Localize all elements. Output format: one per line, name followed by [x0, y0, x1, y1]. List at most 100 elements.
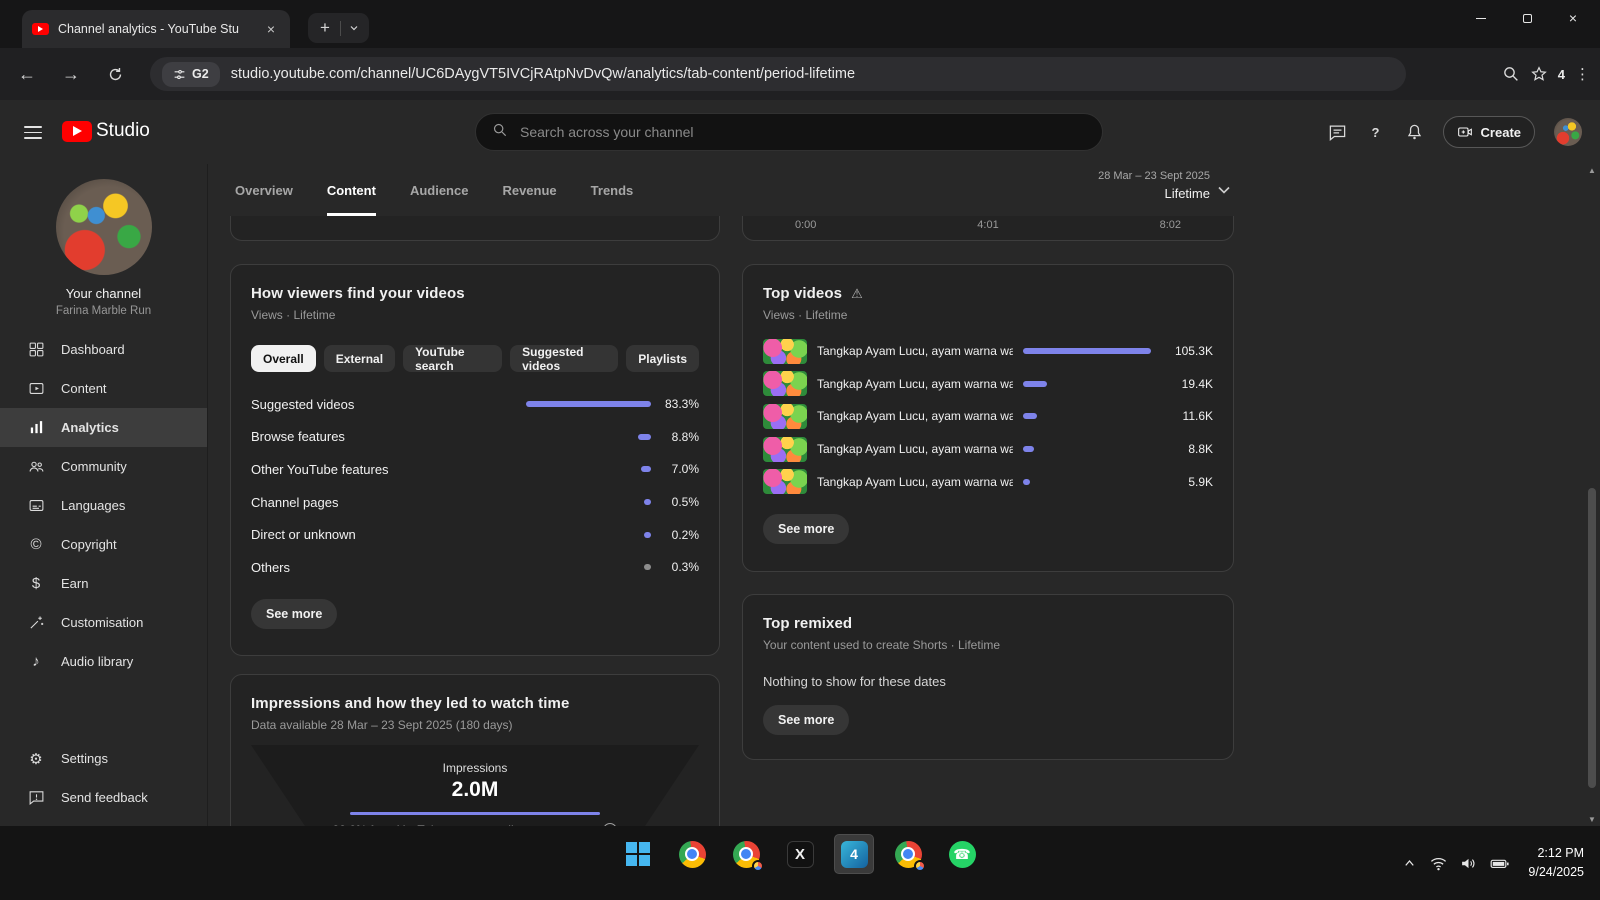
sidebar-item-dashboard[interactable]: Dashboard — [0, 330, 207, 369]
video-row[interactable]: Tangkap Ayam Lucu, ayam warna warni,... … — [763, 368, 1213, 401]
sidebar-item-customisation[interactable]: Customisation — [0, 603, 207, 642]
tab-trends[interactable]: Trends — [591, 164, 634, 216]
x-app-icon: X — [787, 841, 814, 868]
customisation-icon — [26, 614, 46, 631]
new-tab-button[interactable]: + — [310, 18, 340, 38]
window-close-button[interactable]: × — [1550, 0, 1596, 36]
send-feedback-icon — [26, 789, 46, 806]
create-button[interactable]: Create — [1443, 116, 1535, 148]
search-input[interactable] — [520, 124, 1086, 140]
video-row[interactable]: Tangkap Ayam Lucu, ayam warna warni,... … — [763, 335, 1213, 368]
scroll-down-arrow[interactable]: ▼ — [1588, 815, 1596, 824]
clock-time: 2:12 PM — [1528, 844, 1584, 863]
channel-avatar[interactable] — [56, 179, 152, 275]
video-row[interactable]: Tangkap Ayam Lucu, ayam warna warni,... … — [763, 465, 1213, 498]
battery-icon[interactable] — [1490, 854, 1509, 873]
scroll-up-arrow[interactable]: ▲ — [1588, 166, 1596, 175]
traffic-row[interactable]: Direct or unknown 0.2% — [251, 518, 699, 551]
sidebar-item-analytics[interactable]: Analytics — [0, 408, 207, 447]
back-button[interactable]: ← — [10, 57, 44, 91]
traffic-label: Others — [251, 560, 501, 575]
tab-close-icon[interactable]: × — [262, 20, 280, 38]
taskbar-whatsapp[interactable]: ☎ — [942, 834, 982, 874]
traffic-label: Channel pages — [251, 495, 501, 510]
chip-overall[interactable]: Overall — [251, 345, 316, 372]
taskbar-chrome-3[interactable] — [888, 834, 928, 874]
taskbar-chrome-1[interactable] — [672, 834, 712, 874]
chip-youtube-search[interactable]: YouTube search — [403, 345, 502, 372]
wifi-icon[interactable] — [1430, 855, 1447, 872]
see-more-button[interactable]: See more — [763, 514, 849, 544]
video-row[interactable]: Tangkap Ayam Lucu, ayam warna warni,... … — [763, 433, 1213, 466]
account-avatar[interactable] — [1554, 118, 1582, 146]
reload-button[interactable] — [98, 57, 132, 91]
studio-logo[interactable]: Studio — [62, 120, 150, 142]
sidebar-item-community[interactable]: Community — [0, 447, 207, 486]
zoom-icon[interactable] — [1502, 65, 1520, 83]
video-row[interactable]: Tangkap Ayam Lucu, ayam warna warni,... … — [763, 400, 1213, 433]
tab-revenue[interactable]: Revenue — [502, 164, 556, 216]
forward-button[interactable]: → — [54, 57, 88, 91]
browser-tab[interactable]: Channel analytics - YouTube Stu × — [22, 10, 290, 48]
scrollbar-thumb[interactable] — [1588, 488, 1596, 788]
traffic-value: 0.3% — [651, 560, 699, 574]
sidebar-item-copyright[interactable]: © Copyright — [0, 525, 207, 564]
channel-search-bar[interactable] — [475, 113, 1103, 151]
bookmark-star-icon[interactable] — [1530, 65, 1548, 83]
sidebar-item-send-feedback[interactable]: Send feedback — [0, 778, 207, 817]
tray-chevron-up-icon[interactable] — [1402, 856, 1417, 871]
taskbar-clock[interactable]: 2:12 PM 9/24/2025 — [1528, 844, 1584, 882]
help-icon[interactable]: ? — [1366, 122, 1386, 142]
minimize-button[interactable] — [1458, 0, 1504, 36]
traffic-row[interactable]: Other YouTube features 7.0% — [251, 453, 699, 486]
url-input[interactable] — [231, 66, 1394, 82]
site-settings-chip[interactable]: G2 — [162, 62, 220, 87]
start-button[interactable] — [618, 834, 658, 874]
date-range-selector[interactable]: 28 Mar – 23 Sept 2025 Lifetime — [1000, 170, 1210, 201]
axis-tick: 4:01 — [977, 219, 998, 231]
chip-playlists[interactable]: Playlists — [626, 345, 699, 372]
extensions-count-badge[interactable]: 4 — [1558, 67, 1565, 82]
taskbar-active-app[interactable]: 4 — [834, 834, 874, 874]
content-icon — [26, 380, 46, 397]
see-more-button[interactable]: See more — [763, 705, 849, 735]
tab-overview[interactable]: Overview — [235, 164, 293, 216]
sidebar-item-audio-library[interactable]: ♪ Audio library — [0, 642, 207, 681]
omnibox[interactable]: G2 — [150, 57, 1406, 91]
taskbar-x-app[interactable]: X — [780, 834, 820, 874]
chevron-down-icon[interactable] — [1214, 180, 1234, 205]
partial-card-axis: 0:00 4:01 8:02 — [742, 216, 1234, 241]
card-title: Top videos — [763, 285, 842, 302]
tab-content[interactable]: Content — [327, 164, 376, 216]
youtube-favicon — [32, 23, 49, 35]
video-thumbnail — [763, 404, 807, 429]
chip-suggested-videos[interactable]: Suggested videos — [510, 345, 618, 372]
traffic-rows: Suggested videos 83.3% Browse features 8… — [251, 388, 699, 584]
funnel-value: 2.0M — [452, 778, 499, 802]
traffic-row[interactable]: Channel pages 0.5% — [251, 486, 699, 519]
sidebar-item-earn[interactable]: $ Earn — [0, 564, 207, 603]
page-scrollbar[interactable]: ▲ ▼ — [1586, 164, 1598, 826]
feedback-icon[interactable] — [1328, 123, 1347, 142]
sidebar-item-languages[interactable]: Languages — [0, 486, 207, 525]
warning-icon[interactable]: ⚠ — [851, 286, 863, 302]
volume-icon[interactable] — [1460, 855, 1477, 872]
video-views: 8.8K — [1161, 442, 1213, 456]
taskbar-chrome-2[interactable] — [726, 834, 766, 874]
tab-search-chevron-icon[interactable] — [341, 22, 367, 34]
top-videos-card: Top videos ⚠ Views · Lifetime Tangkap Ay… — [742, 264, 1234, 572]
tab-audience[interactable]: Audience — [410, 164, 469, 216]
traffic-row[interactable]: Browse features 8.8% — [251, 421, 699, 454]
youtube-logo-icon — [62, 121, 92, 142]
sidebar-item-content[interactable]: Content — [0, 369, 207, 408]
browser-menu-icon[interactable]: ⋮ — [1575, 65, 1590, 83]
traffic-row[interactable]: Others 0.3% — [251, 551, 699, 584]
chip-external[interactable]: External — [324, 345, 395, 372]
sidebar-item-settings[interactable]: ⚙ Settings — [0, 739, 207, 778]
notifications-bell-icon[interactable] — [1405, 123, 1424, 142]
hamburger-menu-icon[interactable] — [24, 126, 42, 139]
traffic-row[interactable]: Suggested videos 83.3% — [251, 388, 699, 421]
clock-date: 9/24/2025 — [1528, 863, 1584, 882]
maximize-button[interactable] — [1504, 0, 1550, 36]
see-more-button[interactable]: See more — [251, 599, 337, 629]
